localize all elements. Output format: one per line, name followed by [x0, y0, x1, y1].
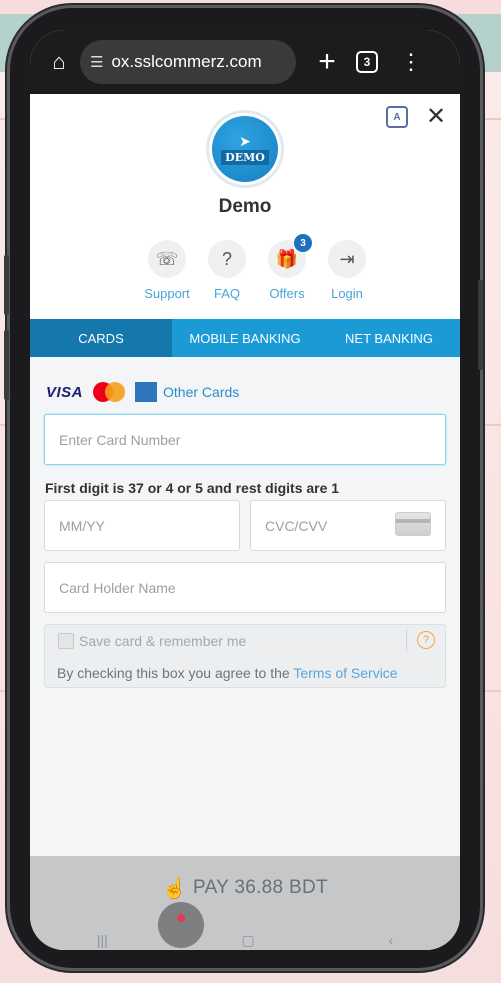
- agree-text: By checking this box you agree to the: [57, 665, 290, 681]
- more-menu-icon[interactable]: ⋮: [400, 51, 422, 73]
- merchant-logo-badge: ➤ DEMO: [212, 116, 278, 182]
- save-card-checkbox[interactable]: [58, 633, 74, 649]
- other-cards-link[interactable]: Other Cards: [163, 384, 239, 400]
- merchant-logo: ➤ DEMO: [206, 110, 284, 188]
- home-icon[interactable]: ⌂: [42, 49, 76, 75]
- card-back-icon: [395, 512, 431, 536]
- amex-logo: [135, 382, 158, 402]
- terms-agreement-text: By checking this box you agree to the Te…: [57, 665, 398, 681]
- android-navigation-bar: ||| ▢ ‹: [30, 930, 460, 950]
- card-holder-name-input[interactable]: Card Holder Name: [44, 562, 446, 613]
- expiry-input[interactable]: MM/YY: [44, 500, 240, 551]
- mastercard-logo: [93, 382, 126, 402]
- offers-link[interactable]: 🎁 3 Offers: [262, 234, 312, 301]
- site-settings-icon[interactable]: ☰: [90, 53, 103, 71]
- login-link[interactable]: ⇥ Login: [322, 240, 372, 301]
- touch-icon: ☝: [162, 877, 188, 900]
- card-number-hint: First digit is 37 or 4 or 5 and rest dig…: [45, 480, 340, 496]
- help-icon[interactable]: ?: [417, 631, 435, 649]
- phone-volume-button: [4, 255, 9, 315]
- offers-count-badge: 3: [294, 234, 312, 252]
- gift-icon: 🎁 3: [268, 234, 312, 278]
- home-nav-icon[interactable]: ▢: [242, 932, 255, 949]
- payment-method-tabs: CARDS MOBILE BANKING NET BANKING: [30, 319, 460, 357]
- question-icon: ?: [208, 240, 246, 278]
- faq-label: FAQ: [213, 286, 240, 301]
- terms-of-service-link[interactable]: Terms of Service: [293, 665, 397, 681]
- cursor-icon: ➤: [239, 132, 251, 149]
- tab-net-banking[interactable]: NET BANKING: [318, 319, 460, 357]
- browser-toolbar: ⌂ ☰ ox.sslcommerz.com + 3 ⋮: [30, 30, 460, 94]
- logo-text: DEMO: [221, 149, 269, 165]
- url-text: ox.sslcommerz.com: [111, 52, 262, 71]
- tab-cards[interactable]: CARDS: [30, 319, 172, 357]
- support-link[interactable]: ☏ Support: [142, 240, 192, 301]
- new-tab-icon[interactable]: +: [310, 45, 344, 79]
- recent-apps-icon[interactable]: |||: [97, 932, 108, 948]
- tab-switcher-button[interactable]: 3: [356, 51, 378, 73]
- divider: [406, 629, 407, 651]
- card-number-input[interactable]: Enter Card Number: [44, 414, 446, 465]
- headset-icon: ☏: [148, 240, 186, 278]
- login-label: Login: [331, 286, 363, 301]
- address-bar[interactable]: ☰ ox.sslcommerz.com: [80, 40, 296, 84]
- tab-mobile-banking[interactable]: MOBILE BANKING: [172, 319, 318, 357]
- login-icon: ⇥: [328, 240, 366, 278]
- visa-logo: VISA: [46, 383, 84, 401]
- cvc-placeholder: CVC/CVV: [265, 517, 328, 534]
- phone-volume-button: [4, 330, 9, 400]
- faq-link[interactable]: ? FAQ: [202, 240, 252, 301]
- pay-label: PAY 36.88 BDT: [193, 877, 328, 898]
- back-icon[interactable]: ‹: [388, 932, 393, 948]
- phone-power-button: [478, 280, 483, 370]
- translate-icon[interactable]: A: [386, 106, 408, 128]
- save-card-box: Save card & remember me ? By checking th…: [44, 624, 446, 688]
- quick-links: ☏ Support ? FAQ 🎁 3 Offers ⇥ Login: [142, 234, 372, 301]
- card-brands: VISA Other Cards: [46, 382, 239, 402]
- merchant-name: Demo: [218, 196, 272, 217]
- phone-screen: ⌂ ☰ ox.sslcommerz.com + 3 ⋮ A ✕ ➤ DEMO D…: [30, 30, 460, 950]
- cvc-input-wrapper[interactable]: CVC/CVV: [250, 500, 446, 551]
- offers-label: Offers: [269, 286, 305, 301]
- save-card-label: Save card & remember me: [79, 633, 247, 649]
- support-label: Support: [144, 286, 190, 301]
- close-icon[interactable]: ✕: [426, 102, 446, 131]
